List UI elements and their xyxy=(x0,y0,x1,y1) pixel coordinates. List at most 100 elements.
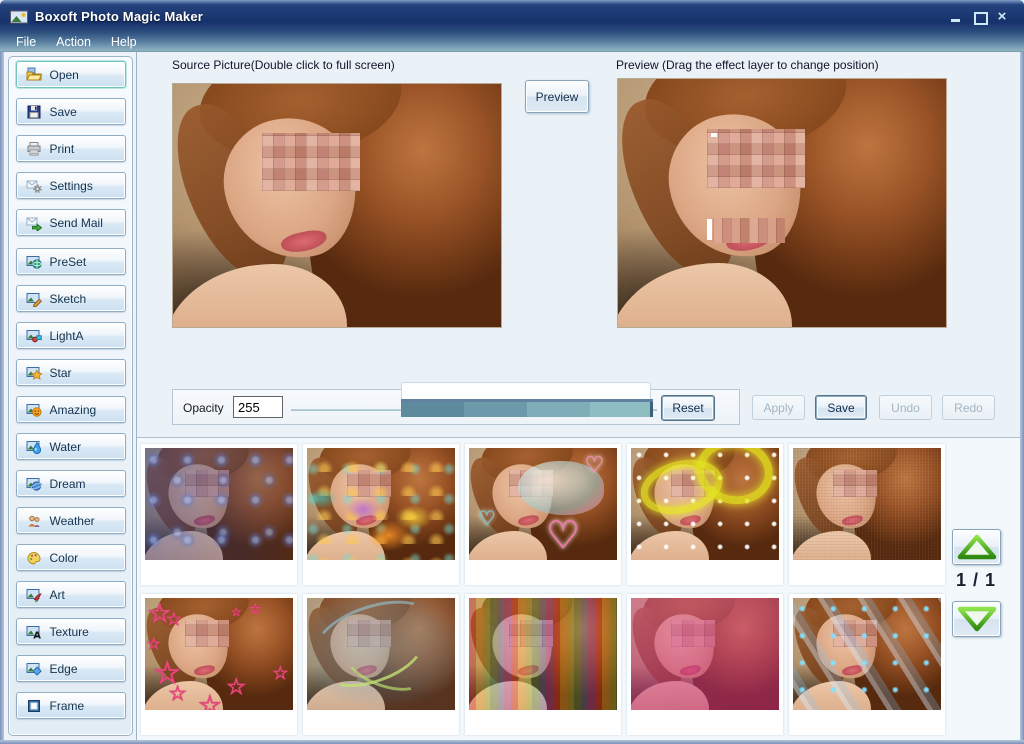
opacity-input[interactable] xyxy=(233,396,283,418)
effect-thumbnail-rainbow-streaks[interactable] xyxy=(465,594,621,735)
sidebar-button-label: Save xyxy=(50,105,77,119)
heart-icon: ♡ xyxy=(584,452,604,478)
preview-picture[interactable] xyxy=(617,78,947,328)
undo-button[interactable]: Undo xyxy=(879,395,932,420)
sidebar-button-label: Art xyxy=(50,588,65,602)
menu-item-file[interactable]: File xyxy=(6,32,46,52)
sidebar-button-print[interactable]: Print xyxy=(16,135,126,162)
app-window: Boxoft Photo Magic Maker × FileActionHel… xyxy=(0,0,1024,744)
thumbnail-image xyxy=(793,448,941,560)
star-outline-icon: ☆ xyxy=(169,681,187,706)
apply-button[interactable]: Apply xyxy=(752,395,805,420)
page-up-button[interactable] xyxy=(952,529,1001,565)
light-blocks-icon xyxy=(24,328,44,344)
sidebar-button-label: Sketch xyxy=(50,292,87,306)
sidebar-button-preset[interactable]: PreSet xyxy=(16,248,126,275)
effect-thumbnail-pink-tint[interactable] xyxy=(627,594,783,735)
svg-text:A: A xyxy=(33,630,41,640)
opacity-slider-fill[interactable] xyxy=(401,399,653,417)
page-indicator: 1 / 1 xyxy=(947,570,1005,591)
effect-thumbnails-panel: ♡♡♡ ☆☆☆☆☆☆☆☆☆☆ xyxy=(137,437,1020,740)
opacity-label: Opacity xyxy=(183,401,224,415)
effect-overlay-pink-stars: ☆☆☆☆☆☆☆☆☆☆ xyxy=(145,598,293,710)
effect-overlay-sparkle-ring xyxy=(631,448,779,560)
open-folder-icon xyxy=(24,67,44,83)
heart-icon: ♡ xyxy=(478,506,496,531)
sidebar-button-settings[interactable]: Settings xyxy=(16,172,126,199)
effect-thumbnail-sparkle-ring[interactable] xyxy=(627,444,783,585)
sidebar-button-label: Print xyxy=(50,142,75,156)
sidebar-button-lighta[interactable]: LightA xyxy=(16,322,126,349)
close-button[interactable]: × xyxy=(996,11,1008,23)
star-outline-icon: ☆ xyxy=(226,674,246,700)
effect-thumbnail-light-rays[interactable] xyxy=(789,594,945,735)
window-title: Boxoft Photo Magic Maker xyxy=(35,9,203,24)
thumbnail-image xyxy=(307,448,455,560)
save-button[interactable]: Save xyxy=(815,395,867,420)
sidebar-button-edge[interactable]: Edge xyxy=(16,655,126,682)
sidebar-button-save[interactable]: Save xyxy=(16,98,126,125)
source-picture-label: Source Picture(Double click to full scre… xyxy=(172,58,395,72)
menu-bar: FileActionHelp xyxy=(0,28,1024,52)
page-up-triangle-icon xyxy=(957,534,997,560)
preview-button[interactable]: Preview xyxy=(525,80,589,113)
thumbnail-row-1: ♡♡♡ xyxy=(141,444,945,585)
star-outline-icon: ☆ xyxy=(146,634,160,654)
redo-button[interactable]: Redo xyxy=(942,395,995,420)
maximize-button[interactable] xyxy=(973,11,985,23)
window-frame-right xyxy=(1020,52,1024,744)
sidebar-button-label: LightA xyxy=(50,329,84,343)
effect-thumbnail-heart-bubbles[interactable]: ♡♡♡ xyxy=(465,444,621,585)
effect-thumbnail-pink-stars[interactable]: ☆☆☆☆☆☆☆☆☆☆ xyxy=(141,594,297,735)
effect-overlay-heart-bubbles: ♡♡♡ xyxy=(469,448,617,560)
main-panel: Source Picture(Double click to full scre… xyxy=(136,52,1020,740)
page-down-button[interactable] xyxy=(952,601,1001,637)
source-picture[interactable] xyxy=(172,83,502,328)
thumbnail-image: ♡♡♡ xyxy=(469,448,617,560)
minimize-button[interactable] xyxy=(950,11,962,23)
sidebar-button-label: Settings xyxy=(50,179,93,193)
sidebar-button-send-mail[interactable]: Send Mail xyxy=(16,209,126,236)
sidebar-button-open[interactable]: Open xyxy=(16,61,126,88)
effect-thumbnail-film-grain[interactable] xyxy=(789,444,945,585)
sidebar-button-star[interactable]: Star xyxy=(16,359,126,386)
mosaic-white-mark xyxy=(711,133,717,137)
sidebar-button-water[interactable]: Water xyxy=(16,433,126,460)
opacity-slider-popup xyxy=(401,382,651,399)
preview-pane-label: Preview (Drag the effect layer to change… xyxy=(616,58,879,72)
reset-button[interactable]: Reset xyxy=(661,395,715,421)
sidebar-button-frame[interactable]: Frame xyxy=(16,692,126,719)
menu-item-help[interactable]: Help xyxy=(101,32,147,52)
sidebar-button-sketch[interactable]: Sketch xyxy=(16,285,126,312)
sidebar-button-texture[interactable]: ATexture xyxy=(16,618,126,645)
star-outline-icon: ☆ xyxy=(198,690,221,710)
star-outline-icon: ☆ xyxy=(231,605,242,619)
window-controls: × xyxy=(950,11,1016,23)
settings-mail-gear-icon xyxy=(24,178,44,194)
sidebar-button-amazing[interactable]: Amazing xyxy=(16,396,126,423)
effect-thumbnail-water-drops[interactable] xyxy=(141,444,297,585)
effect-overlay-light-rays xyxy=(793,598,941,710)
effect-thumbnail-green-swirl[interactable] xyxy=(303,594,459,735)
effect-overlay-water-drops xyxy=(145,448,293,560)
star-outline-icon: ☆ xyxy=(166,609,182,630)
sidebar-button-art[interactable]: Art xyxy=(16,581,126,608)
effect-thumbnail-color-bokeh[interactable] xyxy=(303,444,459,585)
send-mail-arrow-icon xyxy=(24,215,44,231)
smiley-icon xyxy=(24,402,44,418)
sidebar-button-label: Send Mail xyxy=(50,216,103,230)
thumbnail-image xyxy=(793,598,941,710)
dream-globe-icon xyxy=(24,476,44,492)
sidebar-button-label: PreSet xyxy=(50,255,87,269)
window-header: Boxoft Photo Magic Maker × FileActionHel… xyxy=(0,0,1024,52)
sketch-pencil-icon xyxy=(24,291,44,307)
edge-diamond-icon xyxy=(24,661,44,677)
menu-item-action[interactable]: Action xyxy=(46,32,101,52)
palette-icon xyxy=(24,550,44,566)
sidebar-button-dream[interactable]: Dream xyxy=(16,470,126,497)
water-drop-icon xyxy=(24,439,44,455)
sidebar-button-color[interactable]: Color xyxy=(16,544,126,571)
sidebar-button-weather[interactable]: Weather xyxy=(16,507,126,534)
thumbnail-row-2: ☆☆☆☆☆☆☆☆☆☆ xyxy=(141,594,945,735)
art-brush-icon xyxy=(24,587,44,603)
